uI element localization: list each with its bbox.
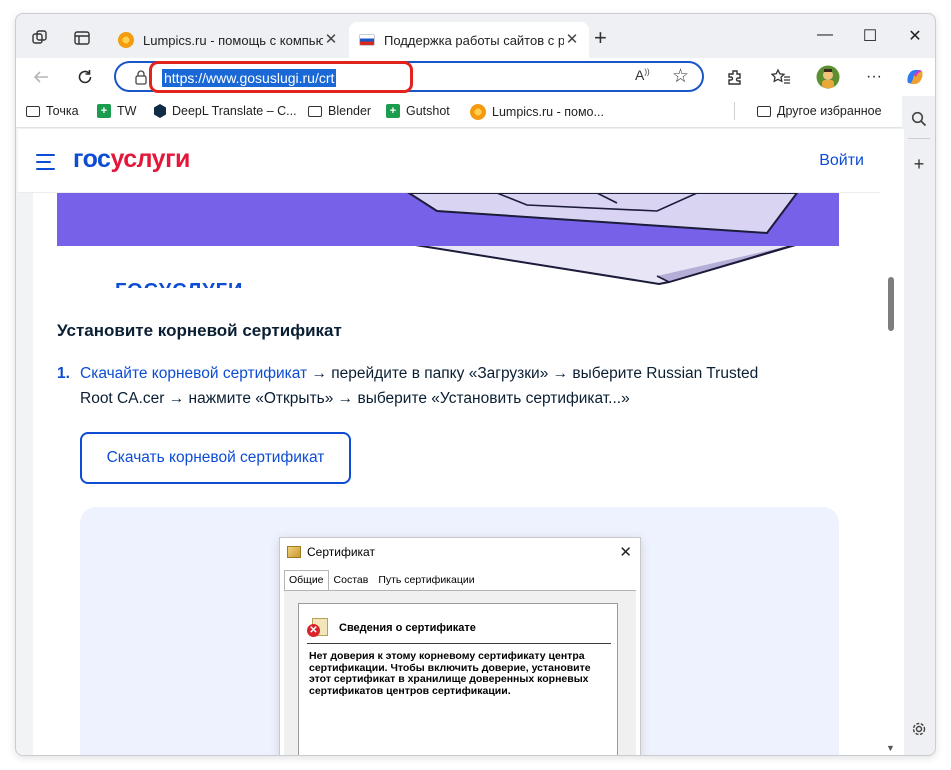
new-tab-button[interactable]: + <box>594 27 607 49</box>
minimize-button[interactable]: — <box>813 26 837 44</box>
tab-close-icon[interactable]: ✕ <box>322 31 340 49</box>
logo-part-uslugi: услуги <box>110 145 190 173</box>
scroll-thumb[interactable] <box>888 277 894 331</box>
folder-icon <box>26 105 40 117</box>
tab-close-icon[interactable]: ✕ <box>563 31 581 49</box>
hamburger-menu-icon[interactable] <box>36 154 55 175</box>
cert-dialog-titlebar: Сертификат <box>280 538 640 566</box>
search-icon[interactable] <box>908 108 930 130</box>
banner-illustration <box>57 193 839 246</box>
banner-lower: ГОСУСЛУГИ <box>57 246 839 288</box>
cert-info-box: ✕ Сведения о сертификате Нет доверия к э… <box>298 603 618 755</box>
laptop-illustration <box>407 193 799 235</box>
maximize-button[interactable]: ☐ <box>858 26 882 46</box>
url-highlight-annotation <box>149 61 413 93</box>
main-content: ГОСУСЛУГИ Установите корневой сертификат… <box>33 193 880 755</box>
bookmark-label: Другое избранное <box>777 104 882 118</box>
page-scrollbar[interactable]: ▼ <box>880 129 904 755</box>
copilot-icon[interactable] <box>902 64 928 90</box>
bookmark-blender[interactable]: Blender <box>308 104 371 118</box>
bookmark-other-favorites[interactable]: Другое избранное <box>757 104 882 118</box>
bookmark-label: TW <box>117 104 137 118</box>
deepl-icon <box>154 104 166 118</box>
login-link[interactable]: Войти <box>819 152 864 170</box>
bookmark-label: Blender <box>328 104 372 118</box>
bookmarks-divider <box>734 102 735 120</box>
profile-avatar[interactable] <box>815 64 841 90</box>
close-window-button[interactable]: ✕ <box>903 26 927 46</box>
lock-icon[interactable] <box>134 69 148 90</box>
tab-actions-icon[interactable] <box>68 24 96 52</box>
tw-icon: + <box>97 104 111 118</box>
page-viewport: госуслуги Войти ГОСУСЛУГИ Установите кор… <box>16 129 904 755</box>
bookmark-tochka[interactable]: Точка <box>26 104 79 118</box>
logo-part-gos: гос <box>73 145 111 173</box>
bookmark-lumpics[interactable]: Lumpics.ru - помо... <box>470 104 604 120</box>
cert-tab-general: Общие <box>284 570 329 590</box>
lumpics-favicon-icon <box>118 32 134 48</box>
orange-icon <box>470 104 486 120</box>
tab-gosuslugi[interactable]: Поддержка работы сайтов с рос ✕ <box>349 22 589 58</box>
edge-sidebar: + <box>902 96 935 755</box>
bookmark-label: Точка <box>46 104 79 118</box>
cert-info-text: Нет доверия к этому корневому сертификат… <box>309 650 591 697</box>
cert-dialog-tabs: Общие Состав Путь сертификации <box>284 570 480 590</box>
extensions-icon[interactable] <box>722 64 748 90</box>
gosuslugi-logo[interactable]: госуслуги <box>73 145 190 174</box>
cert-warning-icon: ✕ <box>307 618 329 638</box>
tab-title: Lumpics.ru - помощь с компьюте <box>143 32 323 48</box>
workspaces-icon[interactable] <box>26 24 54 52</box>
favorites-icon[interactable] <box>768 64 794 90</box>
bookmark-tw[interactable]: + TW <box>97 104 136 118</box>
more-menu-icon[interactable]: ··· <box>861 64 887 90</box>
site-header: госуслуги Войти <box>18 129 880 193</box>
favorite-star-icon[interactable]: ☆ <box>672 65 689 88</box>
folder-icon <box>308 105 322 117</box>
divider <box>307 643 611 644</box>
tab-strip: Lumpics.ru - помощь с компьюте ✕ Поддерж… <box>16 14 935 58</box>
certificate-icon <box>287 546 301 558</box>
partial-logo-text: ГОСУСЛУГИ <box>115 280 243 288</box>
bookmarks-bar: Точка + TW DeepL Translate – C... Blender… <box>16 96 935 128</box>
sidebar-settings-gear-icon[interactable] <box>908 718 930 740</box>
step-number: 1. <box>57 365 70 382</box>
bookmark-gutshot[interactable]: + Gutshot <box>386 104 450 118</box>
bookmark-label: Gutshot <box>406 104 450 118</box>
tab-title: Поддержка работы сайтов с рос <box>384 32 564 48</box>
bookmark-deepl[interactable]: DeepL Translate – C... <box>154 104 297 118</box>
browser-window: Lumpics.ru - помощь с компьюте ✕ Поддерж… <box>15 13 936 756</box>
read-aloud-icon[interactable]: A)) <box>635 67 650 83</box>
sidebar-divider <box>908 138 930 139</box>
section-title: Установите корневой сертификат <box>57 321 342 340</box>
close-icon: ✕ <box>619 544 632 561</box>
download-root-cert-button[interactable]: Скачать корневой сертификат <box>80 432 351 484</box>
refresh-icon[interactable] <box>72 64 98 90</box>
cert-dialog-title: Сертификат <box>307 545 375 559</box>
cert-info-heading: Сведения о сертификате <box>339 622 476 634</box>
bookmark-label: DeepL Translate – C... <box>172 104 297 118</box>
gutshot-icon: + <box>386 104 400 118</box>
cert-tab-path: Путь сертификации <box>378 574 475 586</box>
add-sidebar-app-icon[interactable]: + <box>908 153 930 175</box>
russian-flag-favicon-icon <box>359 34 375 46</box>
back-arrow-icon[interactable] <box>28 64 54 90</box>
folder-icon <box>757 105 771 117</box>
cert-info-heading-row: ✕ Сведения о сертификате <box>307 618 476 638</box>
bookmark-label: Lumpics.ru - помо... <box>492 105 604 119</box>
step-text: Скачайте корневой сертификат → перейдите… <box>80 361 780 411</box>
certificate-dialog: Сертификат ✕ Общие Состав Путь сертифика… <box>279 537 641 755</box>
cert-instruction-image: Сертификат ✕ Общие Состав Путь сертифика… <box>80 507 839 755</box>
scroll-down-arrow-icon[interactable]: ▼ <box>886 743 895 753</box>
cert-dialog-panel: ✕ Сведения о сертификате Нет доверия к э… <box>284 590 636 755</box>
cert-tab-details: Состав <box>333 574 369 586</box>
download-cert-link[interactable]: Скачайте корневой сертификат <box>80 365 307 382</box>
tab-lumpics[interactable]: Lumpics.ru - помощь с компьюте ✕ <box>108 22 348 58</box>
